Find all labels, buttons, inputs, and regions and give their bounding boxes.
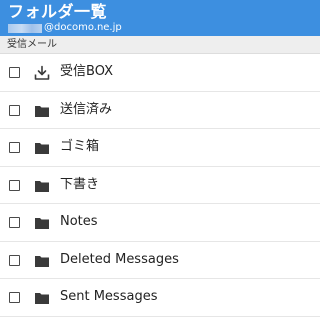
folder-checkbox[interactable]: [9, 217, 20, 228]
folder-checkbox[interactable]: [9, 104, 20, 116]
folder-checkbox[interactable]: [9, 67, 20, 78]
section-label: 受信メール: [7, 39, 57, 50]
folder-icon: [35, 293, 49, 304]
folder-label: Sent Messages: [60, 289, 158, 304]
account-name-redacted: [8, 23, 42, 33]
folder-row-sent[interactable]: 送信済み: [0, 92, 320, 129]
folder-label: 受信BOX: [60, 64, 113, 79]
section-header: 受信メール: [0, 36, 320, 54]
folder-list-screen: フォルダ一覧 @docomo.ne.jp 受信メール 受信BOX 送信済み ゴミ…: [0, 0, 320, 320]
folder-label: 送信済み: [60, 101, 113, 117]
folder-row-sent-messages[interactable]: Sent Messages: [0, 279, 320, 317]
folder-icon: [35, 143, 49, 154]
folder-row-deleted-messages[interactable]: Deleted Messages: [0, 242, 320, 279]
folder-row-notes[interactable]: Notes: [0, 204, 320, 242]
page-title: フォルダ一覧: [8, 2, 108, 21]
account-domain: @docomo.ne.jp: [44, 22, 122, 33]
folder-label: 下書き: [60, 176, 100, 192]
folder-row-trash[interactable]: ゴミ箱: [0, 129, 320, 167]
folder-icon: [35, 180, 49, 192]
folder-list: 受信BOX 送信済み ゴミ箱 下書き Notes Deleted Message…: [0, 54, 320, 317]
folder-row-inbox[interactable]: 受信BOX: [0, 54, 320, 92]
folder-checkbox[interactable]: [9, 292, 20, 303]
folder-checkbox[interactable]: [9, 142, 20, 153]
folder-checkbox[interactable]: [9, 254, 20, 266]
app-header: フォルダ一覧 @docomo.ne.jp: [0, 0, 320, 36]
inbox-download-icon: [34, 65, 50, 80]
folder-label: Deleted Messages: [60, 251, 179, 267]
folder-row-drafts[interactable]: 下書き: [0, 167, 320, 204]
folder-checkbox[interactable]: [9, 179, 20, 191]
folder-label: ゴミ箱: [60, 139, 100, 154]
folder-label: Notes: [60, 214, 98, 229]
folder-icon: [35, 105, 49, 117]
folder-icon: [35, 255, 49, 267]
folder-icon: [35, 218, 49, 229]
account-address: @docomo.ne.jp: [8, 22, 122, 34]
